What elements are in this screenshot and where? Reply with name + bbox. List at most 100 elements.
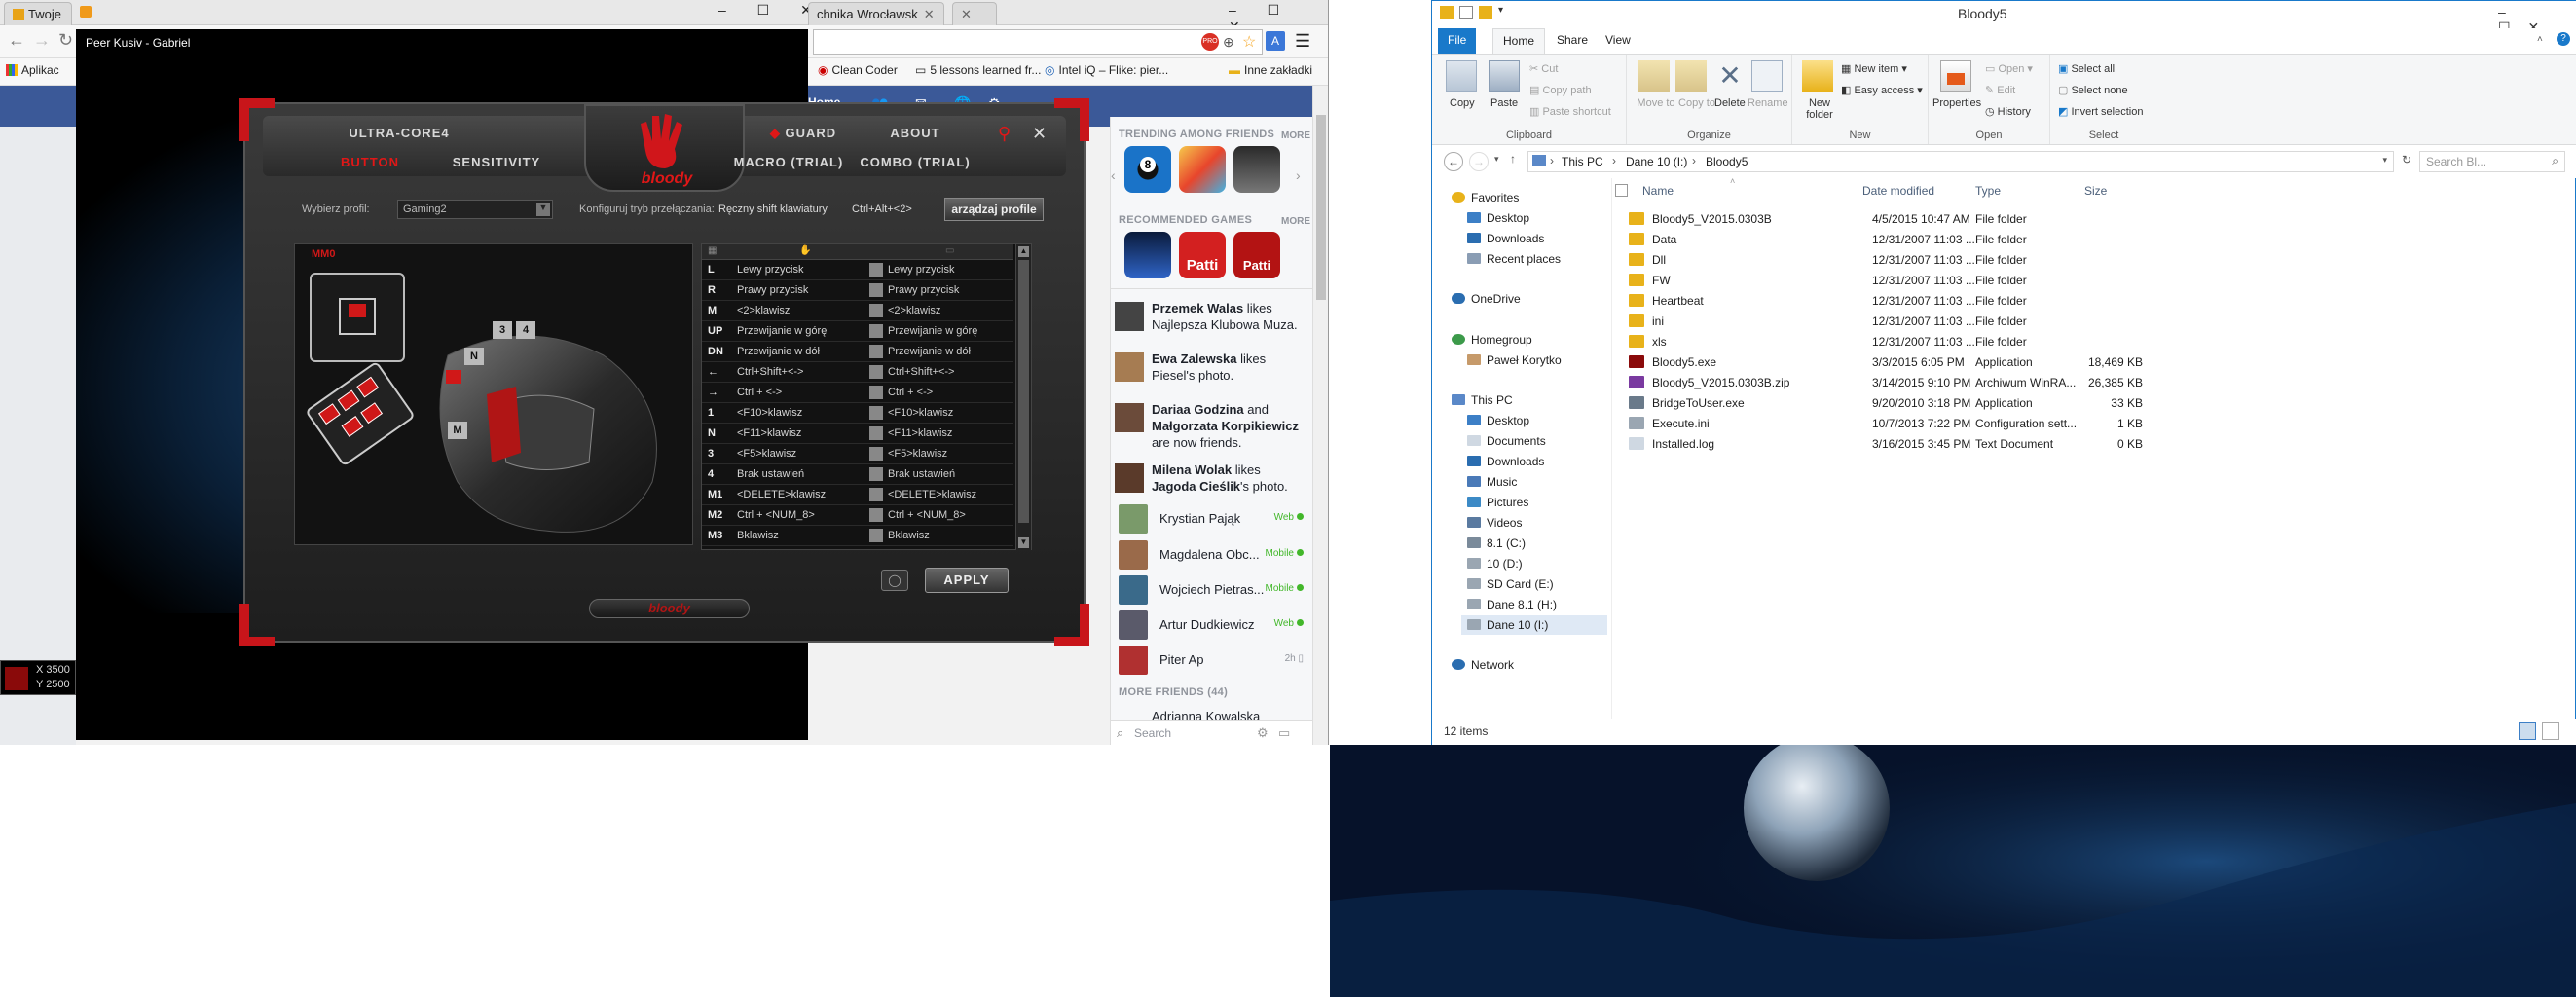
- back-icon[interactable]: ←: [8, 30, 25, 51]
- shift-action[interactable]: <F10>klawisz: [888, 407, 1005, 419]
- tab-sensitivity[interactable]: SENSITIVITY: [438, 155, 555, 169]
- mouse-label-4[interactable]: 4: [516, 321, 535, 339]
- shift-action[interactable]: Ctrl+Shift+<->: [888, 366, 1005, 378]
- next-arrow-icon[interactable]: ›: [1296, 167, 1301, 183]
- config-mode-value[interactable]: Ręczny shift klawiatury: [718, 203, 828, 215]
- invert-selection-button[interactable]: ◩ Invert selection: [2058, 105, 2143, 118]
- paste-shortcut-button[interactable]: ▥ Paste shortcut: [1529, 105, 1611, 118]
- shift-action[interactable]: Brak ustawień: [888, 468, 1005, 480]
- tab-combo[interactable]: COMBO (TRIAL): [857, 155, 974, 169]
- assigned-action[interactable]: Lewy przycisk: [737, 264, 878, 276]
- new-folder-qat-icon[interactable]: [1479, 6, 1492, 19]
- mouse-label-n[interactable]: N: [464, 348, 484, 365]
- reset-icon[interactable]: ◯: [881, 570, 908, 591]
- chevron-down-icon[interactable]: [869, 304, 883, 317]
- shift-action[interactable]: <F5>klawisz: [888, 448, 1005, 460]
- apps-bookmark[interactable]: Aplikac: [6, 63, 59, 77]
- chat-friend[interactable]: Artur Dudkiewicz Web: [1119, 609, 1306, 644]
- nav-videos[interactable]: Videos: [1467, 513, 1522, 533]
- nav-drive-i[interactable]: Dane 10 (I:): [1461, 615, 1607, 635]
- paste-icon[interactable]: [1489, 60, 1520, 92]
- manage-profiles-button[interactable]: arządzaj profile: [944, 198, 1044, 221]
- prev-arrow-icon[interactable]: ‹: [1111, 167, 1116, 183]
- file-row[interactable]: Bloody5_V2015.0303B.zip 3/14/2015 9:10 PM…: [1613, 373, 2158, 393]
- assigned-action[interactable]: <F5>klawisz: [737, 448, 878, 460]
- chat-friend[interactable]: Piter Ap 2h ▯: [1119, 644, 1306, 679]
- adblock-icon[interactable]: PRO: [1201, 33, 1219, 51]
- details-view-icon[interactable]: [2519, 722, 2536, 740]
- search-input[interactable]: Search Bl...: [2426, 155, 2486, 168]
- forward-icon[interactable]: →: [1469, 152, 1489, 171]
- tab-twoje[interactable]: Twoje: [4, 2, 72, 25]
- file-row[interactable]: Heartbeat 12/31/2007 11:03 ... File folder: [1613, 291, 2158, 312]
- trending-more-link[interactable]: MORE: [1281, 130, 1310, 141]
- page-scrollbar[interactable]: [1312, 86, 1328, 745]
- bloody-tray-icon[interactable]: [5, 667, 28, 690]
- select-none-button[interactable]: ▢ Select none: [2058, 84, 2128, 96]
- file-row[interactable]: Execute.ini 10/7/2013 7:22 PM Configuratio…: [1613, 414, 2158, 434]
- chevron-down-icon[interactable]: [869, 283, 883, 297]
- shift-action[interactable]: <2>klawisz: [888, 305, 1005, 316]
- file-row[interactable]: Data 12/31/2007 11:03 ... File folder: [1613, 230, 2158, 250]
- table-row[interactable]: L Lewy przycisk Lewy przycisk: [702, 260, 1013, 280]
- table-row[interactable]: M <2>klawisz <2>klawisz: [702, 301, 1013, 321]
- select-all-button[interactable]: ▣ Select all: [2058, 62, 2115, 75]
- copy-to-icon[interactable]: [1675, 60, 1707, 92]
- breadcrumb-drive[interactable]: Dane 10 (I:): [1626, 155, 1687, 168]
- address-bar[interactable]: › This PC › Dane 10 (I:) › Bloody5 ▾: [1527, 151, 2394, 172]
- properties-button[interactable]: Properties: [1932, 97, 1981, 109]
- tab-wroclaw[interactable]: chnika Wrocławsk ✕: [808, 2, 944, 25]
- column-size[interactable]: Size: [2084, 184, 2107, 198]
- assigned-action[interactable]: Przewijanie w dół: [737, 346, 878, 357]
- help-icon[interactable]: ?: [2557, 32, 2570, 46]
- file-row[interactable]: BridgeToUser.exe 9/20/2010 3:18 PM Applica…: [1613, 393, 2158, 414]
- column-name[interactable]: Name: [1642, 184, 1674, 198]
- bookmark-other[interactable]: ▬ Inne zakładki: [1229, 63, 1312, 77]
- tab-button[interactable]: BUTTON: [321, 155, 419, 169]
- tab-macro[interactable]: MACRO (TRIAL): [730, 155, 847, 169]
- tab-file[interactable]: File: [1438, 28, 1477, 54]
- table-row[interactable]: R Prawy przycisk Prawy przycisk: [702, 280, 1013, 301]
- delete-button[interactable]: Delete: [1714, 97, 1746, 109]
- tab-ultra-core4[interactable]: ULTRA-CORE4: [321, 126, 477, 140]
- assigned-action[interactable]: Brak ustawień: [737, 468, 878, 480]
- nav-desktop[interactable]: Desktop: [1467, 208, 1529, 228]
- new-item-button[interactable]: ▦ New item ▾: [1841, 62, 1907, 75]
- nav-homegroup[interactable]: Homegroup: [1452, 330, 1532, 350]
- shift-action[interactable]: Ctrl + <NUM_8>: [888, 509, 1005, 521]
- scroll-up-icon[interactable]: ▲: [1018, 246, 1029, 257]
- game-patti2-icon[interactable]: Patti: [1233, 232, 1280, 278]
- tab-share[interactable]: Share: [1547, 28, 1598, 54]
- assigned-action[interactable]: <2>klawisz: [737, 305, 878, 316]
- search-box[interactable]: Search Bl... ⌕: [2419, 151, 2565, 172]
- avatar[interactable]: [1115, 463, 1144, 493]
- close-tab-icon[interactable]: ✕: [961, 7, 972, 21]
- nav-network[interactable]: Network: [1452, 655, 1514, 675]
- chevron-down-icon[interactable]: [869, 488, 883, 501]
- chevron-down-icon[interactable]: [869, 406, 883, 420]
- chevron-down-icon[interactable]: [869, 467, 883, 481]
- file-row[interactable]: Bloody5_V2015.0303B 4/5/2015 10:47 AM File…: [1613, 209, 2158, 230]
- game-hitman-icon[interactable]: [1233, 146, 1280, 193]
- properties-qat-icon[interactable]: [1459, 6, 1473, 19]
- table-row[interactable]: 1 <F10>klawisz <F10>klawisz: [702, 403, 1013, 424]
- table-row[interactable]: DN Przewijanie w dół Przewijanie w dół: [702, 342, 1013, 362]
- game-patti-icon[interactable]: Patti: [1179, 232, 1226, 278]
- shift-action[interactable]: Prawy przycisk: [888, 284, 1005, 296]
- nav-drive-d[interactable]: 10 (D:): [1467, 554, 1523, 573]
- avatar[interactable]: [1115, 352, 1144, 382]
- breadcrumb-thispc[interactable]: This PC: [1562, 155, 1603, 168]
- new-folder-button[interactable]: New folder: [1800, 97, 1839, 121]
- up-icon[interactable]: ↑: [1510, 152, 1516, 166]
- tab-guard[interactable]: ◆ GUARD: [754, 126, 852, 141]
- zoom-icon[interactable]: ⊕: [1223, 34, 1234, 51]
- qat-dropdown-icon[interactable]: ▾: [1498, 5, 1503, 16]
- rename-button[interactable]: Rename: [1748, 97, 1788, 109]
- chevron-down-icon[interactable]: [869, 426, 883, 440]
- table-row[interactable]: M2 Ctrl + <NUM_8> Ctrl + <NUM_8>: [702, 505, 1013, 526]
- nav-music[interactable]: Music: [1467, 472, 1517, 492]
- column-date[interactable]: Date modified: [1862, 184, 1934, 198]
- joystick-icon[interactable]: ⚲: [998, 124, 1011, 144]
- move-to-icon[interactable]: [1638, 60, 1670, 92]
- assigned-action[interactable]: Bklawisz: [737, 530, 878, 541]
